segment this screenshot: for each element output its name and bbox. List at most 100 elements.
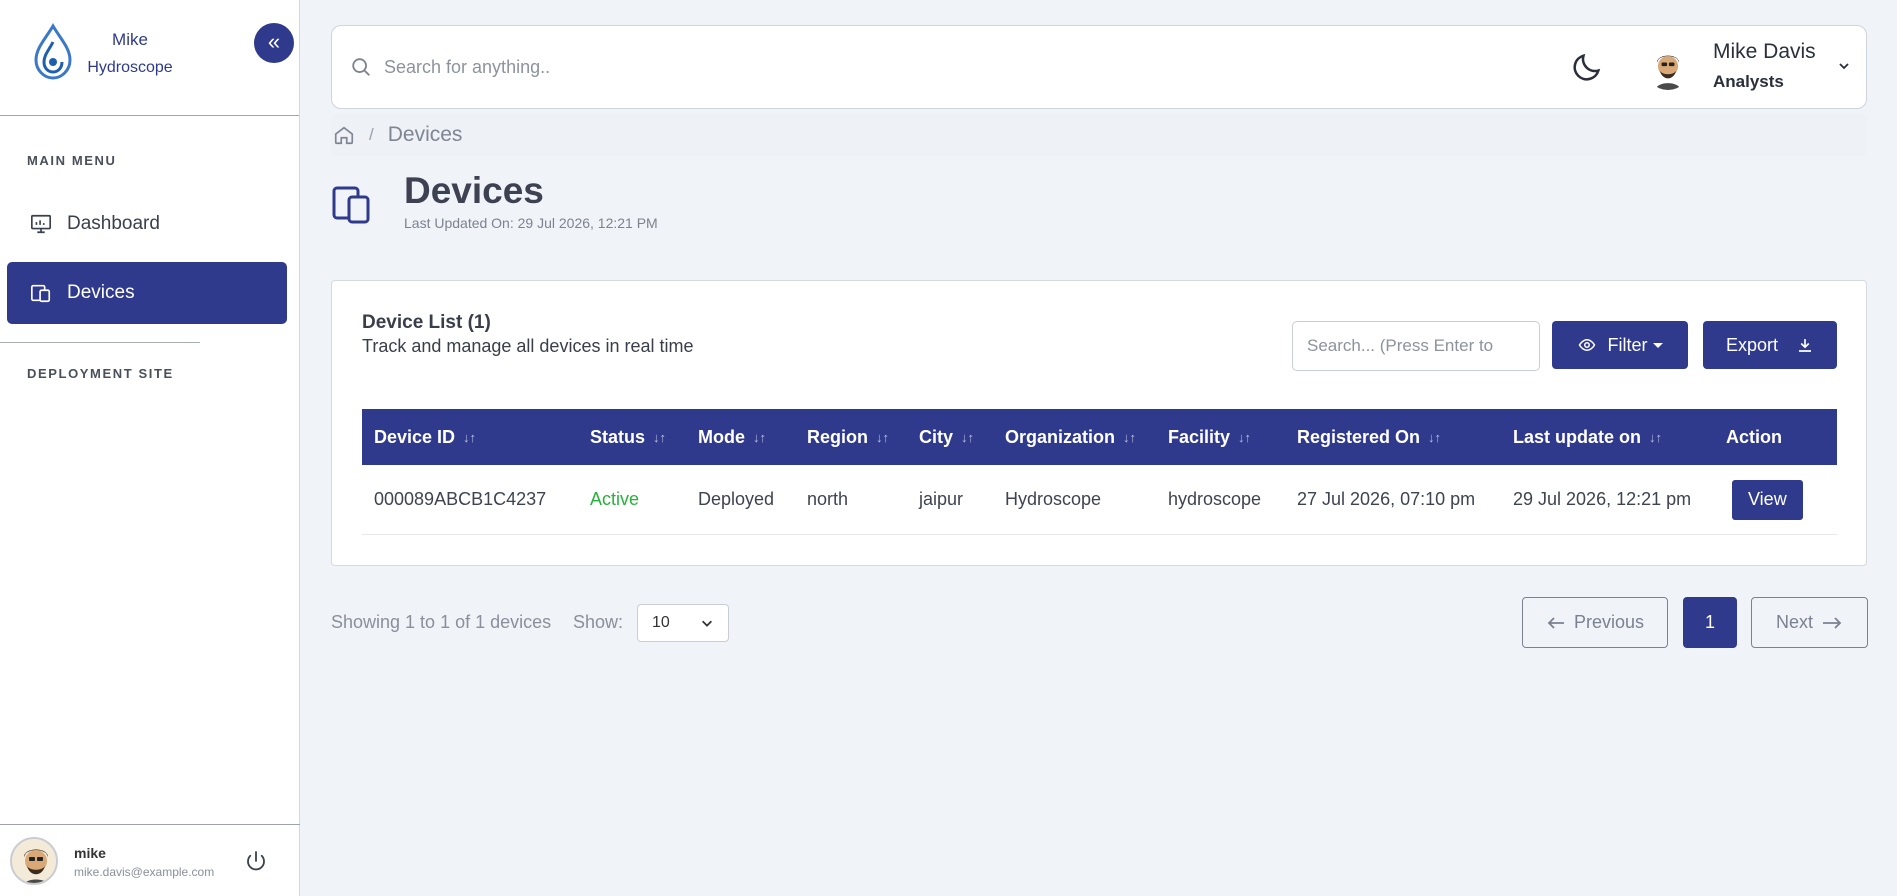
sort-icon: ↓↑ xyxy=(1123,429,1137,445)
sort-icon: ↓↑ xyxy=(1238,429,1252,445)
sort-icon: ↓↑ xyxy=(1428,429,1442,445)
column-header-label: Device ID xyxy=(374,426,456,447)
next-page-button[interactable]: Next xyxy=(1751,597,1868,648)
column-header-registered-on[interactable]: Registered On ↓↑ xyxy=(1285,427,1501,448)
top-user-name: Mike Davis xyxy=(1713,40,1816,63)
page-size-value: 10 xyxy=(652,614,670,631)
column-header-label: Action xyxy=(1726,426,1782,447)
column-header-label: Organization xyxy=(1005,426,1116,447)
table-header: Device ID ↓↑ Status ↓↑ Mode ↓↑ Region ↓↑ Cit… xyxy=(362,409,1837,465)
avatar[interactable] xyxy=(10,837,58,885)
column-header-label: Region xyxy=(807,426,868,447)
brand-name-line2: Hydroscope xyxy=(87,59,173,76)
cell-device-id: 000089ABCB1C4237 xyxy=(374,489,547,509)
brand-name: Mike Hydroscope xyxy=(84,26,176,82)
column-header-status[interactable]: Status ↓↑ xyxy=(578,427,686,448)
card-subtitle: Track and manage all devices in real tim… xyxy=(362,336,694,356)
device-list-card: Device List (1) Track and manage all dev… xyxy=(331,280,1867,566)
column-header-label: City xyxy=(919,426,954,447)
search-icon xyxy=(352,58,370,76)
page-size-select[interactable]: 10 xyxy=(637,604,729,642)
sort-icon: ↓↑ xyxy=(1649,429,1663,445)
devices-icon xyxy=(332,186,370,224)
column-header-label: Facility xyxy=(1168,426,1231,447)
column-header-device-id[interactable]: Device ID ↓↑ xyxy=(362,427,578,448)
double-chevron-left-icon: « xyxy=(267,29,281,54)
cell-status: Active xyxy=(590,489,640,509)
sidebar-item-dashboard[interactable]: Dashboard xyxy=(7,193,287,255)
column-header-label: Registered On xyxy=(1297,426,1421,447)
column-header-region[interactable]: Region ↓↑ xyxy=(795,427,907,448)
cell-action: View xyxy=(1714,479,1837,520)
cell-registered-on: 27 Jul 2026, 07:10 pm xyxy=(1297,489,1476,509)
arrow-right-icon xyxy=(1823,616,1842,629)
cell-mode: Deployed xyxy=(698,489,775,509)
top-bar: Mike Davis Analysts xyxy=(331,25,1867,109)
cell-city: jaipur xyxy=(919,489,964,509)
arrow-left-icon xyxy=(1547,616,1564,629)
filter-button[interactable]: Filter xyxy=(1552,321,1688,369)
avatar[interactable] xyxy=(1646,46,1690,90)
showing-count: Showing 1 to 1 of 1 devices xyxy=(331,612,552,632)
column-header-city[interactable]: City ↓↑ xyxy=(907,427,993,448)
filter-button-label: Filter xyxy=(1607,334,1648,355)
deployment-site-heading: DEPLOYMENT SITE xyxy=(27,366,174,381)
chevron-down-icon xyxy=(702,620,712,627)
sort-icon: ↓↑ xyxy=(876,429,889,445)
sidebar-divider xyxy=(0,342,200,343)
download-icon xyxy=(1799,339,1812,352)
sidebar-item-label: Devices xyxy=(67,282,135,303)
next-page-label: Next xyxy=(1775,612,1813,632)
device-search-input[interactable] xyxy=(1292,321,1540,371)
previous-page-label: Previous xyxy=(1573,612,1645,632)
table-row: 000089ABCB1C4237 Active Deployed north j… xyxy=(362,465,1837,535)
column-header-mode[interactable]: Mode ↓↑ xyxy=(686,427,795,448)
brand-header: Mike Hydroscope « xyxy=(0,0,299,116)
sidebar-user-footer: mike mike.davis@example.com xyxy=(0,824,300,896)
breadcrumb-separator: / xyxy=(369,125,374,144)
cell-facility: hydroscope xyxy=(1168,489,1262,509)
column-header-facility[interactable]: Facility ↓↑ xyxy=(1156,427,1285,448)
sort-icon: ↓↑ xyxy=(463,429,477,445)
breadcrumb: / Devices xyxy=(331,114,1867,156)
export-button[interactable]: Export xyxy=(1703,321,1837,369)
sort-icon: ↓↑ xyxy=(961,429,975,445)
page-size-label: Show: xyxy=(573,612,624,632)
column-header-last-update[interactable]: Last update on ↓↑ xyxy=(1501,427,1714,448)
page-number-current[interactable]: 1 xyxy=(1683,597,1737,648)
column-header-label: Last update on xyxy=(1513,426,1642,447)
eye-icon xyxy=(1578,338,1595,352)
home-icon[interactable] xyxy=(333,124,355,146)
sidebar-item-devices[interactable]: Devices xyxy=(7,262,287,324)
moon-icon[interactable] xyxy=(1570,50,1604,84)
column-header-label: Mode xyxy=(698,426,745,447)
hydroscope-logo xyxy=(34,23,72,80)
previous-page-button[interactable]: Previous xyxy=(1522,597,1668,648)
column-header-organization[interactable]: Organization ↓↑ xyxy=(993,427,1156,448)
main-menu-heading: MAIN MENU xyxy=(27,153,117,168)
footer-user-name: mike xyxy=(74,845,106,861)
sidebar: Mike Hydroscope « MAIN MENU Dashboard De… xyxy=(0,0,300,896)
export-button-label: Export xyxy=(1725,334,1779,355)
sort-icon: ↓↑ xyxy=(653,429,667,445)
sidebar-item-label: Dashboard xyxy=(67,213,160,234)
cell-region: north xyxy=(807,489,849,509)
global-search-input[interactable] xyxy=(384,46,1284,88)
chevron-down-icon[interactable] xyxy=(1836,58,1852,74)
column-header-label: Status xyxy=(590,426,646,447)
caret-down-icon xyxy=(1652,342,1663,348)
top-user-role: Analysts xyxy=(1713,72,1784,91)
power-icon[interactable] xyxy=(244,849,268,873)
footer-user-email: mike.davis@example.com xyxy=(74,865,215,879)
view-button[interactable]: View xyxy=(1732,479,1803,520)
monitor-chart-icon xyxy=(29,212,53,236)
devices-table: Device ID ↓↑ Status ↓↑ Mode ↓↑ Region ↓↑ Cit… xyxy=(362,409,1837,535)
collapse-sidebar-button[interactable]: « xyxy=(254,23,294,63)
devices-icon xyxy=(29,281,53,305)
breadcrumb-current: Devices xyxy=(387,123,463,146)
card-title: Device List (1) xyxy=(362,312,491,333)
page-title: Devices xyxy=(404,170,544,211)
sort-icon: ↓↑ xyxy=(753,429,766,445)
page-last-updated: Last Updated On: 29 Jul 2026, 12:21 PM xyxy=(404,215,658,231)
cell-last-update: 29 Jul 2026, 12:21 pm xyxy=(1513,489,1692,509)
